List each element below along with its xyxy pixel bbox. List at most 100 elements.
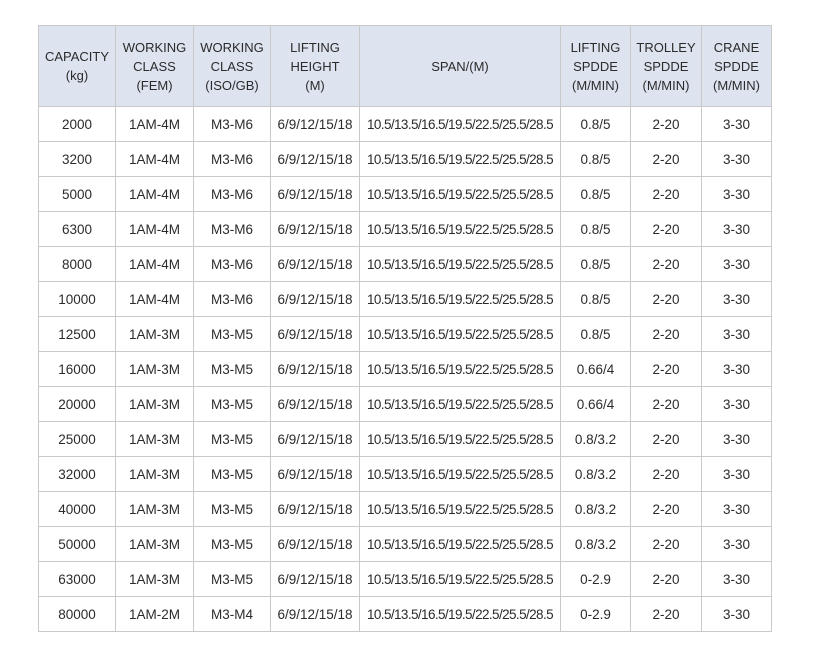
table-body: 2000 1AM-4M M3-M6 6/9/12/15/18 10.5/13.5/16.… (38, 106, 772, 632)
cell-span: 10.5/13.5/16.5/19.5/22.5/25.5/28.5 (359, 386, 561, 422)
cell-working-class-fem: 1AM-3M (115, 561, 194, 597)
table-row: 5000 1AM-4M M3-M6 6/9/12/15/18 10.5/13.5/16.… (38, 176, 772, 212)
cell-trolley-speed: 2-20 (630, 176, 702, 212)
cell-lifting-speed: 0.8/3.2 (560, 526, 631, 562)
cell-capacity: 16000 (38, 351, 116, 387)
column-header-line: CAPACITY (44, 49, 110, 64)
cell-working-class-iso: M3-M6 (193, 141, 271, 177)
cell-lifting-height: 6/9/12/15/18 (270, 596, 360, 632)
crane-spec-table: CAPACITY (kg) WORKING CLASS (FEM) WORKING CLAS… (38, 25, 772, 632)
table-row: 12500 1AM-3M M3-M5 6/9/12/15/18 10.5/13.5/16… (38, 316, 772, 352)
cell-lifting-height: 6/9/12/15/18 (270, 561, 360, 597)
cell-lifting-height: 6/9/12/15/18 (270, 246, 360, 282)
table-row: 63000 1AM-3M M3-M5 6/9/12/15/18 10.5/13.5/16… (38, 561, 772, 597)
cell-capacity: 3200 (38, 141, 116, 177)
cell-lifting-height: 6/9/12/15/18 (270, 281, 360, 317)
cell-crane-speed: 3-30 (701, 526, 772, 562)
cell-capacity: 6300 (38, 211, 116, 247)
cell-lifting-speed: 0.8/5 (560, 176, 631, 212)
cell-working-class-fem: 1AM-3M (115, 351, 194, 387)
cell-crane-speed: 3-30 (701, 281, 772, 317)
column-header-line: WORKING (122, 39, 187, 55)
cell-working-class-iso: M3-M6 (193, 106, 271, 142)
column-header-line: HEIGHT (290, 58, 340, 74)
cell-lifting-height: 6/9/12/15/18 (270, 421, 360, 457)
cell-capacity: 8000 (38, 246, 116, 282)
table-row: 2000 1AM-4M M3-M6 6/9/12/15/18 10.5/13.5/16.… (38, 106, 772, 142)
cell-trolley-speed: 2-20 (630, 141, 702, 177)
cell-span: 10.5/13.5/16.5/19.5/22.5/25.5/28.5 (359, 526, 561, 562)
column-header-line: (kg) (65, 68, 89, 83)
cell-capacity: 10000 (38, 281, 116, 317)
cell-working-class-iso: M3-M5 (193, 491, 271, 527)
column-header-working-class-fem: WORKING CLASS (FEM) (115, 25, 194, 107)
cell-crane-speed: 3-30 (701, 211, 772, 247)
cell-span: 10.5/13.5/16.5/19.5/22.5/25.5/28.5 (359, 211, 561, 247)
cell-span: 10.5/13.5/16.5/19.5/22.5/25.5/28.5 (359, 316, 561, 352)
cell-lifting-speed: 0.66/4 (560, 351, 631, 387)
cell-crane-speed: 3-30 (701, 491, 772, 527)
column-header-line: CRANE (713, 39, 760, 55)
cell-crane-speed: 3-30 (701, 316, 772, 352)
cell-trolley-speed: 2-20 (630, 246, 702, 282)
cell-span: 10.5/13.5/16.5/19.5/22.5/25.5/28.5 (359, 141, 561, 177)
cell-crane-speed: 3-30 (701, 561, 772, 597)
cell-working-class-fem: 1AM-4M (115, 281, 194, 317)
cell-capacity: 5000 (38, 176, 116, 212)
column-header-capacity: CAPACITY (kg) (38, 25, 116, 107)
cell-working-class-iso: M3-M5 (193, 351, 271, 387)
column-header-line: LIFTING (290, 39, 340, 55)
cell-trolley-speed: 2-20 (630, 106, 702, 142)
cell-crane-speed: 3-30 (701, 596, 772, 632)
cell-crane-speed: 3-30 (701, 456, 772, 492)
cell-lifting-height: 6/9/12/15/18 (270, 456, 360, 492)
column-header-lifting-height: LIFTING HEIGHT (M) (270, 25, 360, 107)
cell-lifting-height: 6/9/12/15/18 (270, 316, 360, 352)
cell-capacity: 40000 (38, 491, 116, 527)
cell-span: 10.5/13.5/16.5/19.5/22.5/25.5/28.5 (359, 596, 561, 632)
cell-span: 10.5/13.5/16.5/19.5/22.5/25.5/28.5 (359, 106, 561, 142)
cell-span: 10.5/13.5/16.5/19.5/22.5/25.5/28.5 (359, 176, 561, 212)
cell-crane-speed: 3-30 (701, 351, 772, 387)
cell-capacity: 80000 (38, 596, 116, 632)
cell-lifting-speed: 0.8/3.2 (560, 456, 631, 492)
cell-working-class-fem: 1AM-2M (115, 596, 194, 632)
cell-capacity: 25000 (38, 421, 116, 457)
table-row: 16000 1AM-3M M3-M5 6/9/12/15/18 10.5/13.5/16… (38, 351, 772, 387)
cell-lifting-speed: 0.8/5 (560, 281, 631, 317)
column-header-line: SPDDE (714, 58, 759, 74)
cell-lifting-speed: 0.8/5 (560, 316, 631, 352)
cell-lifting-height: 6/9/12/15/18 (270, 176, 360, 212)
cell-span: 10.5/13.5/16.5/19.5/22.5/25.5/28.5 (359, 491, 561, 527)
column-header-line: CLASS (133, 58, 176, 74)
table-row: 6300 1AM-4M M3-M6 6/9/12/15/18 10.5/13.5/16.… (38, 211, 772, 247)
table-row: 8000 1AM-4M M3-M6 6/9/12/15/18 10.5/13.5/16.… (38, 246, 772, 282)
cell-crane-speed: 3-30 (701, 176, 772, 212)
cell-working-class-iso: M3-M5 (193, 561, 271, 597)
cell-crane-speed: 3-30 (701, 106, 772, 142)
cell-lifting-speed: 0-2.9 (560, 596, 631, 632)
cell-working-class-iso: M3-M5 (193, 386, 271, 422)
cell-working-class-iso: M3-M5 (193, 526, 271, 562)
cell-working-class-iso: M3-M6 (193, 211, 271, 247)
cell-lifting-height: 6/9/12/15/18 (270, 491, 360, 527)
column-header-line: SPDDE (643, 58, 689, 74)
cell-trolley-speed: 2-20 (630, 421, 702, 457)
table-row: 80000 1AM-2M M3-M4 6/9/12/15/18 10.5/13.5/16… (38, 596, 772, 632)
cell-lifting-speed: 0.8/3.2 (560, 421, 631, 457)
cell-trolley-speed: 2-20 (630, 386, 702, 422)
column-header-line: TROLLEY (636, 39, 696, 55)
cell-trolley-speed: 2-20 (630, 211, 702, 247)
table-row: 3200 1AM-4M M3-M6 6/9/12/15/18 10.5/13.5/16.… (38, 141, 772, 177)
cell-working-class-fem: 1AM-4M (115, 106, 194, 142)
table-row: 50000 1AM-3M M3-M5 6/9/12/15/18 10.5/13.5/16… (38, 526, 772, 562)
column-header-line: (ISO/GB) (205, 77, 259, 93)
cell-crane-speed: 3-30 (701, 386, 772, 422)
cell-crane-speed: 3-30 (701, 141, 772, 177)
cell-trolley-speed: 2-20 (630, 526, 702, 562)
cell-span: 10.5/13.5/16.5/19.5/22.5/25.5/28.5 (359, 561, 561, 597)
cell-lifting-height: 6/9/12/15/18 (270, 211, 360, 247)
table-header: CAPACITY (kg) WORKING CLASS (FEM) WORKING CLAS… (38, 25, 772, 107)
header-row: CAPACITY (kg) WORKING CLASS (FEM) WORKING CLAS… (38, 25, 772, 107)
cell-span: 10.5/13.5/16.5/19.5/22.5/25.5/28.5 (359, 456, 561, 492)
